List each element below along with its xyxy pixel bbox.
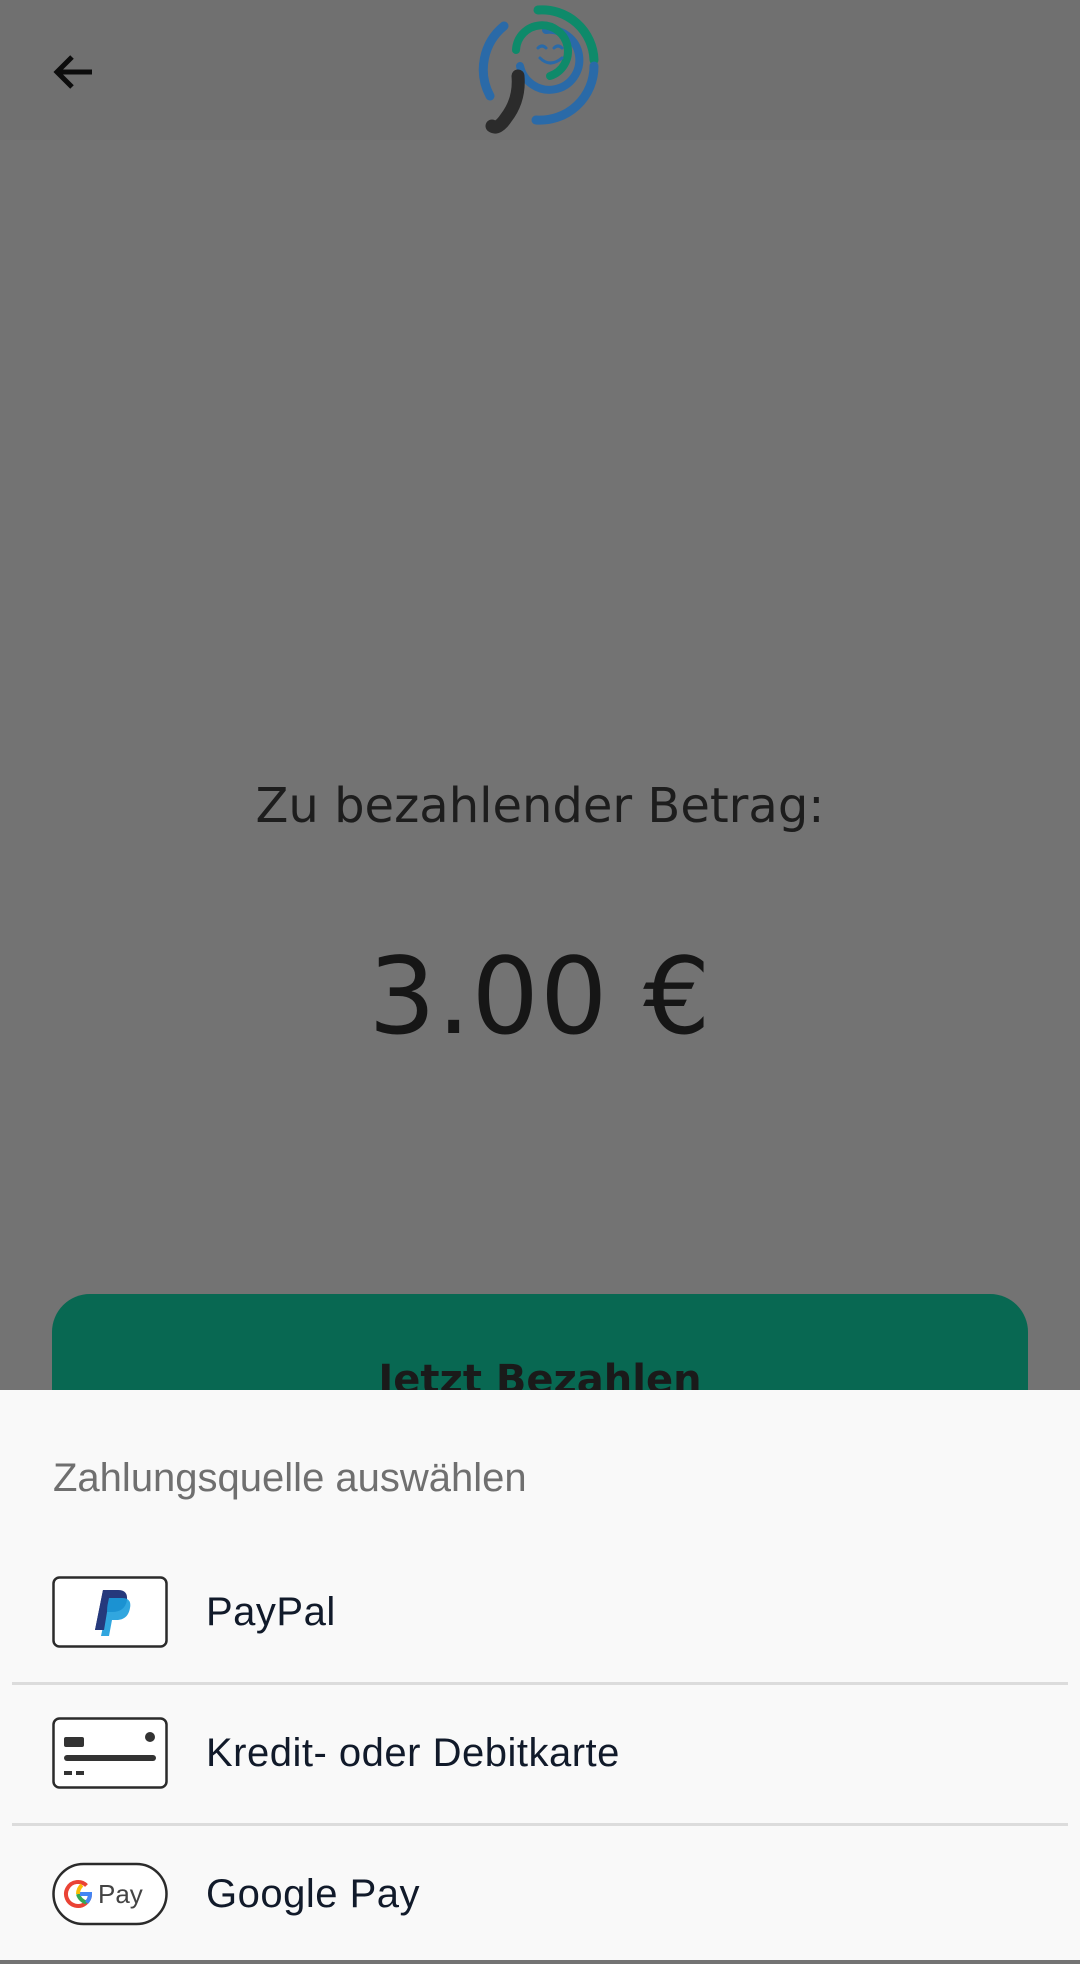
option-credit-card-label: Kredit- oder Debitkarte xyxy=(206,1730,620,1775)
amount-value: 3.00 € xyxy=(368,935,712,1058)
payment-source-sheet: Zahlungsquelle auswählen PayPal Kredit- … xyxy=(0,1390,1080,1960)
option-google-pay[interactable]: Pay Google Pay xyxy=(0,1824,1080,1964)
paypal-icon xyxy=(52,1576,168,1648)
arrow-back-icon xyxy=(53,55,92,89)
option-paypal-label: PayPal xyxy=(206,1589,336,1634)
amount-label: Zu bezahlender Betrag: xyxy=(255,778,825,834)
credit-card-icon xyxy=(52,1717,168,1789)
app-header xyxy=(0,0,1080,140)
sheet-title: Zahlungsquelle auswählen xyxy=(53,1456,527,1500)
option-credit-card[interactable]: Kredit- oder Debitkarte xyxy=(0,1683,1080,1823)
svg-text:Pay: Pay xyxy=(98,1879,143,1909)
app-logo xyxy=(478,5,599,134)
payment-content: Zu bezahlender Betrag: 3.00 € Jetzt Beza… xyxy=(0,140,1080,1466)
option-paypal[interactable]: PayPal xyxy=(0,1542,1080,1682)
google-pay-icon: Pay xyxy=(52,1862,168,1926)
back-button[interactable] xyxy=(40,38,108,106)
option-google-pay-label: Google Pay xyxy=(206,1871,421,1916)
